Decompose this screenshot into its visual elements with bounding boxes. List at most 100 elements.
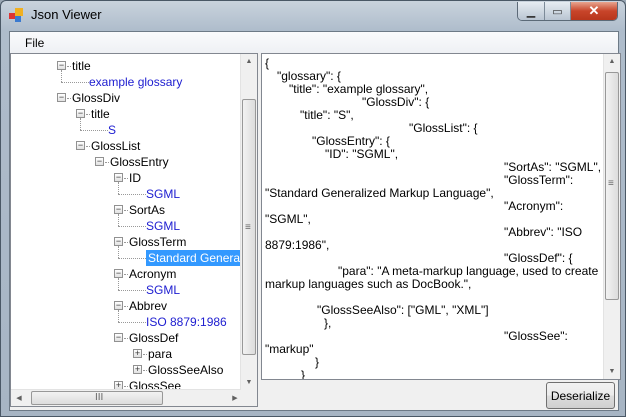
tree-key-label: GlossList bbox=[91, 139, 141, 153]
tree-node[interactable]: Standard Generalized Markup Language bbox=[11, 246, 257, 266]
tree-connector bbox=[86, 146, 90, 147]
scroll-up-icon[interactable]: ▲ bbox=[604, 58, 620, 65]
collapse-icon[interactable]: − bbox=[114, 173, 123, 182]
tree-connector bbox=[80, 130, 108, 131]
collapse-icon[interactable]: − bbox=[114, 269, 123, 278]
json-text-line: "SGML", bbox=[265, 212, 311, 226]
menu-bar: File bbox=[10, 32, 618, 53]
tree-connector bbox=[80, 118, 81, 130]
tree-connector bbox=[118, 290, 146, 291]
scroll-down-icon[interactable]: ▼ bbox=[604, 368, 620, 375]
tree-connector bbox=[124, 338, 128, 339]
json-text-line: } bbox=[315, 355, 320, 369]
collapse-icon[interactable]: − bbox=[76, 141, 85, 150]
json-text-line: } bbox=[301, 368, 306, 380]
tree-vertical-scrollbar[interactable]: ▲ ≡ ▼ bbox=[240, 54, 257, 390]
tree-node[interactable]: − Abbrev bbox=[11, 298, 241, 314]
json-text-line: "GlossSee": bbox=[504, 329, 568, 343]
tree-connector bbox=[67, 98, 71, 99]
tree-key-label: GlossTerm bbox=[129, 235, 187, 249]
tree-key-label: Acronym bbox=[129, 267, 177, 281]
tree-connector bbox=[86, 114, 90, 115]
menu-file[interactable]: File bbox=[25, 36, 44, 50]
collapse-icon[interactable]: − bbox=[114, 301, 123, 310]
tree-value-label: SGML bbox=[146, 187, 181, 201]
json-tree-view[interactable]: − title example glossary − GlossDiv − title S − G… bbox=[10, 53, 258, 407]
tree-node[interactable]: + para bbox=[11, 346, 241, 362]
tree-connector bbox=[124, 274, 128, 275]
json-text-line: "GlossTerm": bbox=[504, 173, 574, 187]
json-text-box[interactable]: {"glossary": {"title": "example glossary… bbox=[261, 53, 621, 380]
tree-connector bbox=[118, 258, 146, 259]
tree-node[interactable]: ISO 8879:1986 bbox=[11, 310, 241, 330]
tree-node[interactable]: − ID bbox=[11, 170, 241, 186]
collapse-icon[interactable]: − bbox=[114, 333, 123, 342]
maximize-icon: ▭ bbox=[552, 5, 563, 18]
expand-icon[interactable]: + bbox=[133, 349, 142, 358]
tree-key-label: SortAs bbox=[129, 203, 166, 217]
app-window: Json Viewer ▁ ▭ ✕ File − title example glo… bbox=[0, 0, 626, 417]
deserialize-button[interactable]: Deserialize bbox=[546, 382, 615, 409]
tree-node[interactable]: S bbox=[11, 118, 241, 138]
tree-node[interactable]: − title bbox=[11, 106, 241, 122]
json-text-line: "GlossSeeAlso": ["GML", "XML"] bbox=[317, 303, 489, 317]
tree-node[interactable]: − title bbox=[11, 58, 241, 74]
tree-node[interactable]: − Acronym bbox=[11, 266, 241, 282]
json-text-line: "Abbrev": "ISO bbox=[504, 225, 583, 239]
json-text-line: "markup" bbox=[265, 342, 314, 356]
tree-connector bbox=[124, 306, 128, 307]
window-title: Json Viewer bbox=[31, 7, 102, 22]
scroll-up-icon[interactable]: ▲ bbox=[241, 58, 257, 65]
tree-value-label: SGML bbox=[146, 283, 181, 297]
json-text-line: markup languages such as DocBook.", bbox=[265, 277, 472, 291]
tree-node[interactable]: − GlossTerm bbox=[11, 234, 241, 250]
tree-node[interactable]: − SortAs bbox=[11, 202, 241, 218]
tree-connector bbox=[118, 214, 119, 226]
tree-node[interactable]: − GlossList bbox=[11, 138, 241, 154]
tree-node[interactable]: SGML bbox=[11, 278, 241, 298]
tree-key-label: ID bbox=[129, 171, 141, 185]
tree-connector bbox=[118, 246, 119, 258]
json-text-line: "GlossDiv": { bbox=[362, 95, 430, 109]
maximize-button[interactable]: ▭ bbox=[545, 2, 571, 20]
text-vertical-scrollbar[interactable]: ▲ ≡ ▼ bbox=[603, 54, 620, 379]
tree-connector bbox=[118, 278, 119, 290]
title-bar[interactable]: Json Viewer ▁ ▭ ✕ bbox=[1, 1, 626, 29]
tree-connector bbox=[143, 370, 147, 371]
app-icon bbox=[9, 8, 23, 22]
tree-key-label: GlossDef bbox=[129, 331, 179, 345]
minimize-button[interactable]: ▁ bbox=[518, 2, 545, 20]
tree-node[interactable]: + GlossSeeAlso bbox=[11, 362, 241, 378]
tree-node[interactable]: − GlossDiv bbox=[11, 90, 241, 106]
tree-node[interactable]: SGML bbox=[11, 182, 241, 202]
tree-node[interactable]: − GlossEntry bbox=[11, 154, 241, 170]
scroll-corner bbox=[241, 389, 257, 406]
tree-horizontal-scrollbar[interactable]: ◀ III ▶ bbox=[11, 389, 242, 406]
json-text-line: 8879:1986", bbox=[265, 238, 330, 252]
tree-connector bbox=[124, 178, 128, 179]
tree-connector bbox=[124, 242, 128, 243]
tree-connector bbox=[61, 82, 89, 83]
scroll-left-icon[interactable]: ◀ bbox=[11, 394, 27, 402]
tree-node[interactable]: SGML bbox=[11, 214, 241, 234]
expand-icon[interactable]: + bbox=[133, 365, 142, 374]
tree-node[interactable]: − GlossDef bbox=[11, 330, 241, 346]
collapse-icon[interactable]: − bbox=[57, 93, 66, 102]
collapse-icon[interactable]: − bbox=[57, 61, 66, 70]
tree-key-label: title bbox=[91, 107, 110, 121]
tree-value-label: S bbox=[108, 123, 117, 137]
scroll-down-icon[interactable]: ▼ bbox=[241, 379, 257, 386]
tree-key-label: Abbrev bbox=[129, 299, 168, 313]
tree-node[interactable]: example glossary bbox=[11, 70, 241, 90]
collapse-icon[interactable]: − bbox=[95, 157, 104, 166]
tree-connector bbox=[67, 66, 71, 67]
collapse-icon[interactable]: − bbox=[76, 109, 85, 118]
tree-connector bbox=[61, 70, 62, 82]
grip-icon: ≡ bbox=[608, 178, 614, 189]
collapse-icon[interactable]: − bbox=[114, 205, 123, 214]
collapse-icon[interactable]: − bbox=[114, 237, 123, 246]
grip-icon: ≡ bbox=[245, 222, 251, 233]
tree-key-label: para bbox=[148, 347, 173, 361]
tree-connector bbox=[143, 354, 147, 355]
close-button[interactable]: ✕ bbox=[571, 2, 617, 20]
